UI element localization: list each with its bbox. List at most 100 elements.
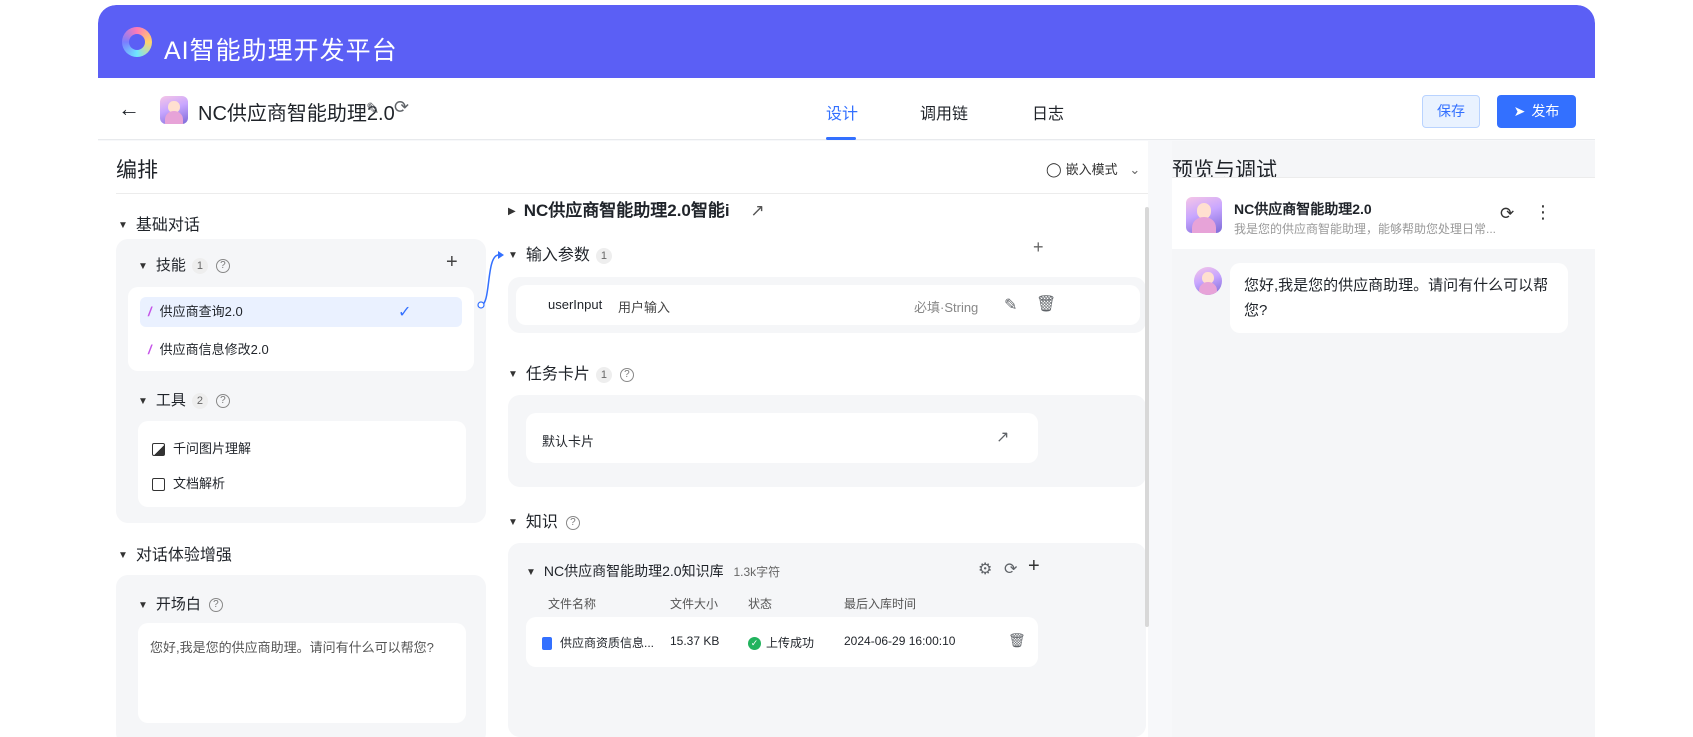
knowledge-header[interactable]: ▼ 知识?	[508, 508, 580, 532]
document-icon	[542, 637, 552, 651]
status-label: 上传成功	[766, 636, 815, 650]
knowledge-title: 知识	[525, 514, 558, 531]
orchestration-panel: 编排 ◯ 嵌入模式 ⌄ ▼ 基础对话 ▼ 技能 1? + / 供应商查询2.0 ✓ / 供应…	[98, 141, 1149, 737]
mode-label: 嵌入模式	[1065, 162, 1118, 177]
caret-down-icon: ▼	[138, 599, 148, 611]
tab-call-chain[interactable]: 调用链	[920, 100, 968, 124]
tool-label: 千问图片理解	[173, 441, 252, 456]
tool-item-image-understanding[interactable]: 千问图片理解	[152, 438, 251, 457]
kb-header[interactable]: ▼ NC供应商智能助理2.0知识库 1.3k字符	[526, 561, 780, 581]
publish-button[interactable]: ➤ 发布	[1497, 95, 1576, 128]
opening-textarea[interactable]: 您好,我是您的供应商助理。请问有什么可以帮您?	[138, 623, 466, 723]
embed-mode-icon: ◯	[1046, 161, 1062, 177]
add-skill-plus-icon[interactable]: +	[446, 251, 458, 274]
skill-item-supplier-edit[interactable]: / 供应商信息修改2.0	[148, 339, 269, 358]
column-header-size: 文件大小	[670, 597, 719, 611]
caret-right-icon: ▶	[508, 206, 516, 218]
settings-gear-icon[interactable]: ⚙	[978, 559, 992, 579]
column-header-time: 最后入库时间	[844, 597, 917, 611]
task-cards-title: 任务卡片	[525, 366, 590, 383]
skill-icon: /	[148, 304, 152, 319]
refresh-icon[interactable]: ⟳	[394, 97, 409, 118]
param-name: userInput	[548, 297, 603, 312]
tool-item-doc-parse[interactable]: 文档解析	[152, 473, 225, 492]
back-arrow-icon[interactable]: ←	[118, 96, 140, 122]
input-params-header[interactable]: ▼ 输入参数 1	[508, 241, 612, 265]
edit-pencil-icon[interactable]: ✎	[366, 99, 379, 119]
caret-down-icon: ▼	[118, 550, 128, 562]
default-card[interactable]: 默认卡片 ↗	[526, 413, 1038, 463]
skills-count-badge: 1	[191, 258, 208, 275]
document-icon	[152, 478, 165, 492]
message-avatar	[1194, 267, 1222, 295]
opening-header[interactable]: ▼ 开场白?	[138, 593, 223, 614]
skills-list: / 供应商查询2.0 ✓ / 供应商信息修改2.0	[128, 287, 474, 371]
flow-name: NC供应商智能助理2.0智能i	[523, 201, 730, 220]
help-icon[interactable]: ?	[565, 515, 580, 530]
external-link-icon[interactable]: ↗	[750, 201, 764, 220]
upload-time: 2024-06-29 16:00:10	[844, 634, 956, 648]
orchestration-title: 编排	[116, 159, 158, 182]
more-vertical-icon[interactable]: ⋮	[1534, 202, 1552, 223]
mode-selector[interactable]: ◯ 嵌入模式 ⌄	[1046, 159, 1140, 178]
add-param-plus-icon[interactable]: +	[1033, 237, 1044, 258]
delete-trash-icon[interactable]: 🗑	[1008, 632, 1026, 649]
caret-down-icon: ▼	[138, 260, 148, 272]
send-icon: ➤	[1513, 103, 1526, 119]
chevron-down-icon: ⌄	[1129, 162, 1141, 177]
experience-header[interactable]: ▼ 对话体验增强	[118, 541, 232, 565]
task-card-box: 默认卡片 ↗	[508, 395, 1146, 487]
help-icon[interactable]: ?	[208, 598, 223, 613]
tools-count-badge: 2	[191, 393, 208, 410]
skill-icon: /	[148, 342, 152, 357]
input-params-count: 1	[595, 247, 612, 264]
task-cards-count: 1	[595, 366, 612, 383]
param-type: 必填·String	[914, 300, 979, 315]
external-link-icon[interactable]: ↗	[996, 427, 1009, 447]
experience-box: ▼ 开场白? 您好,我是您的供应商助理。请问有什么可以帮您?	[116, 575, 486, 737]
assistant-message: 您好,我是您的供应商助理。请问有什么可以帮您?	[1230, 263, 1568, 333]
help-icon[interactable]: ?	[215, 259, 230, 274]
assistant-avatar	[160, 96, 188, 124]
tools-header[interactable]: ▼ 工具 2?	[138, 389, 230, 410]
platform-title: AI智能助理开发平台	[164, 37, 398, 65]
skills-header[interactable]: ▼ 技能 1?	[138, 254, 230, 275]
kb-size: 1.3k字符	[733, 565, 781, 579]
kb-name: NC供应商智能助理2.0知识库	[543, 563, 724, 579]
active-tab-indicator	[826, 137, 856, 140]
caret-down-icon: ▼	[508, 250, 518, 262]
delete-trash-icon[interactable]: 🗑	[1036, 294, 1056, 314]
tools-list: 千问图片理解 文档解析	[138, 421, 466, 507]
task-cards-header[interactable]: ▼ 任务卡片 1?	[508, 360, 634, 384]
panel-divider	[116, 193, 1148, 194]
basic-dialog-title: 基础对话	[135, 217, 200, 234]
tab-design[interactable]: 设计	[826, 100, 858, 124]
basic-dialog-header[interactable]: ▼ 基础对话	[118, 211, 200, 235]
tab-logs[interactable]: 日志	[1032, 100, 1064, 124]
preview-panel: 预览与调试 NC供应商智能助理2.0 我是您的供应商智能助理，能够帮助您处理日常…	[1172, 141, 1595, 737]
skill-label: 供应商查询2.0	[159, 304, 243, 319]
card-label: 默认卡片	[542, 434, 595, 449]
check-circle-icon: ✓	[748, 637, 761, 651]
save-button[interactable]: 保存	[1422, 95, 1480, 128]
add-file-plus-icon[interactable]: +	[1028, 555, 1040, 578]
help-icon[interactable]: ?	[215, 394, 230, 409]
edit-pencil-icon[interactable]: ✎	[1004, 295, 1017, 315]
publish-label: 发布	[1531, 103, 1560, 119]
scrollbar[interactable]	[1145, 207, 1149, 627]
platform-logo-icon	[122, 27, 152, 57]
flow-header[interactable]: ▶ NC供应商智能助理2.0智能i ↗	[508, 196, 765, 221]
caret-down-icon: ▼	[526, 566, 536, 578]
input-param-box: userInput 用户输入 必填·String ✎ 🗑	[508, 277, 1146, 333]
assistant-header: ← NC供应商智能助理2.0 ✎ ⟳ 设计 调用链 日志 保存 ➤ 发布	[98, 78, 1595, 140]
sync-icon[interactable]: ⟳	[1004, 559, 1017, 579]
skill-item-supplier-query[interactable]: / 供应商查询2.0	[140, 297, 462, 327]
table-row[interactable]: 供应商资质信息... 15.37 KB ✓ 上传成功 2024-06-29 16:…	[526, 617, 1038, 667]
skills-title: 技能	[155, 257, 186, 274]
skill-label: 供应商信息修改2.0	[159, 342, 269, 357]
tools-title: 工具	[155, 392, 186, 409]
column-header-status: 状态	[748, 597, 773, 611]
refresh-icon[interactable]: ⟳	[1500, 204, 1514, 224]
help-icon[interactable]: ?	[619, 367, 634, 382]
param-desc: 用户输入	[618, 300, 671, 315]
